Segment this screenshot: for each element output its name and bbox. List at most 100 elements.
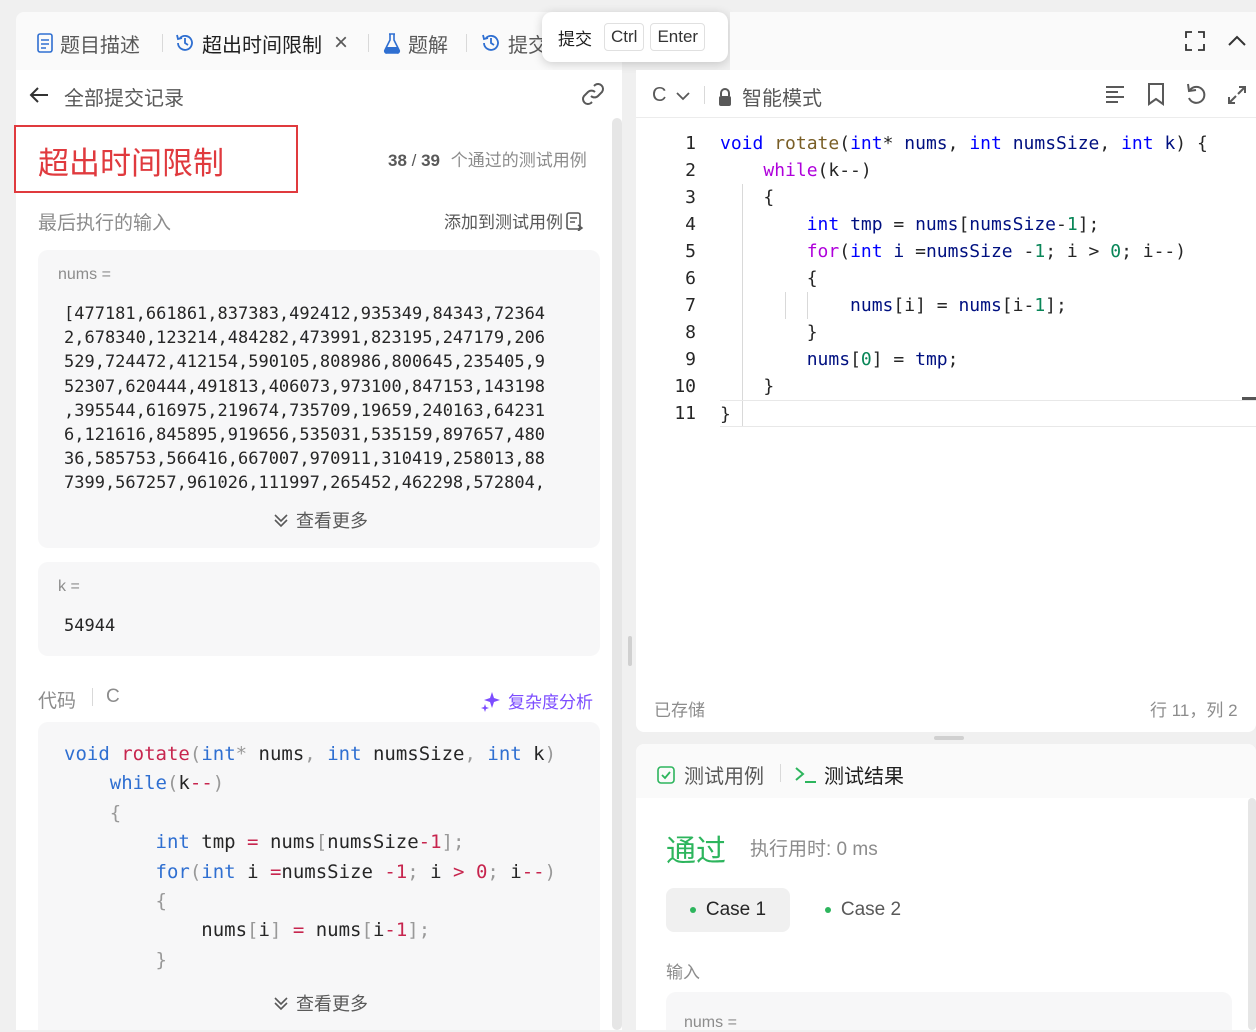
line-number: 2 [685,160,696,181]
cursor-position: 行 11，列 2 [1150,701,1238,720]
passed-number: 38 [388,151,407,170]
editor-toolbar-divider [704,86,705,104]
tab-description-label: 题目描述 [60,34,140,57]
chevron-up-icon[interactable] [1226,32,1248,50]
line-number: 6 [685,268,696,289]
case-2-label: Case 2 [840,899,902,920]
tab-description[interactable]: 题目描述 [36,28,140,58]
tab-result[interactable]: 测试结果 [794,760,904,789]
history-icon [482,34,499,51]
checkbox-icon [657,765,675,784]
mode-indicator[interactable]: 智能模式 [716,82,822,111]
show-more-code-button[interactable]: 查看更多 [272,990,368,1016]
language-select[interactable]: C [652,84,692,107]
close-icon[interactable]: × [334,29,348,57]
tab-tle-label: 超出时间限制 [202,34,322,57]
nums-line: 2,678340,123214,484282,473991,823195,247… [64,328,546,349]
language-select-label: C [652,84,667,106]
result-scrollbar[interactable] [1248,798,1256,1030]
submit-tooltip-label: 提交 [558,29,592,49]
tab-submissions[interactable]: 提交 [480,28,548,58]
add-testcase-button[interactable]: 添加到测试用例 [444,208,585,233]
case-2-button[interactable]: Case 2 [808,888,918,932]
case-status-dot [689,907,696,913]
result-status: 通过 [666,835,726,868]
back-button[interactable] [28,82,50,108]
nums-label: nums = [58,266,111,283]
complexity-button[interactable]: 复杂度分析 [480,688,593,713]
nums-line: 529,724472,412154,590105,808986,800645,2… [64,352,546,373]
submitted-code: void rotate(int* nums, int numsSize, int… [64,743,557,971]
result-nums-box [666,992,1232,1030]
passed-count: 38 / 39 个通过的测试用例 [388,151,587,170]
expand-icon[interactable] [1226,84,1248,106]
tab-divider [466,34,467,52]
key-ctrl: Ctrl [604,23,645,51]
chevron-down-icon [676,91,691,100]
case-status-dot [824,907,831,913]
tab-solution[interactable]: 题解 [382,28,448,58]
tab-testcase-label: 测试用例 [684,766,764,788]
case-1-button[interactable]: Case 1 [666,888,790,932]
code-lang: C [106,686,120,707]
case-1-label: Case 1 [705,899,767,920]
bookmark-icon[interactable] [1146,82,1166,106]
complexity-label: 复杂度分析 [508,693,593,712]
line-number: 10 [674,376,696,397]
line-number: 4 [685,214,696,235]
editor-scrollbar-marker [1242,397,1256,400]
tab-tle[interactable]: 超出时间限制 × [174,28,348,58]
input-label: 输入 [666,963,700,982]
undo-icon[interactable] [1184,82,1208,106]
nums-line: [477181,661861,837383,492412,935349,8434… [64,304,546,324]
flask-icon [383,33,401,54]
link-icon[interactable] [580,82,606,106]
code-editor[interactable]: void rotate(int* nums, int numsSize, int… [720,130,1256,670]
fullscreen-icon[interactable] [1184,30,1206,52]
terminal-icon [795,766,816,783]
nums-value: [477181,661861,837383,492412,935349,8434… [64,302,545,496]
runtime-label: 执行用时: 0 ms [750,839,878,860]
line-number: 11 [674,403,696,424]
chevron-down-double-icon [274,997,288,1011]
lock-icon [719,87,731,106]
add-testcase-label: 添加到测试用例 [444,213,563,232]
show-more-button[interactable]: 查看更多 [272,507,368,533]
nums-line: 7399,567257,961026,111997,265452,462298,… [64,473,546,494]
tab-solution-label: 题解 [408,34,448,57]
history-icon [176,34,193,51]
code-label: 代码 [38,691,77,712]
chevron-down-double-icon [274,514,288,528]
document-icon [37,33,53,53]
last-input-label: 最后执行的输入 [38,213,172,234]
k-label: k = [58,578,80,595]
format-icon[interactable] [1104,83,1126,105]
show-more-label: 查看更多 [296,511,368,531]
tab-divider [162,34,163,52]
right-top-bar [730,12,1256,70]
submit-tooltip: 提交 Ctrl Enter [542,12,728,62]
nums-line: 52307,620444,491813,406073,973100,847153… [64,376,546,397]
nums-line: ,395544,616975,219674,735709,19659,24016… [64,400,546,421]
mode-label: 智能模式 [742,88,822,110]
line-number: 8 [685,322,696,343]
nums-line: 36,585753,566416,667007,970911,310419,25… [64,449,546,470]
saved-status: 已存储 [654,701,705,720]
left-scrollbar[interactable] [612,118,622,1030]
k-value: 54944 [64,616,116,636]
key-enter: Enter [650,23,706,51]
back-label[interactable]: 全部提交记录 [64,82,184,111]
tab-testcase[interactable]: 测试用例 [656,760,764,789]
line-number: 9 [685,349,696,370]
vertical-splitter[interactable] [628,636,632,666]
tab-result-label: 测试结果 [824,766,904,788]
line-number: 3 [685,187,696,208]
result-nums-label: nums = [684,1014,737,1031]
add-testcase-icon [566,211,584,231]
horizontal-splitter[interactable] [934,736,964,740]
k-input-box [38,562,600,656]
tab-divider [368,34,369,52]
tab-divider [780,764,781,782]
line-number: 5 [685,241,696,262]
line-number: 1 [685,133,696,154]
